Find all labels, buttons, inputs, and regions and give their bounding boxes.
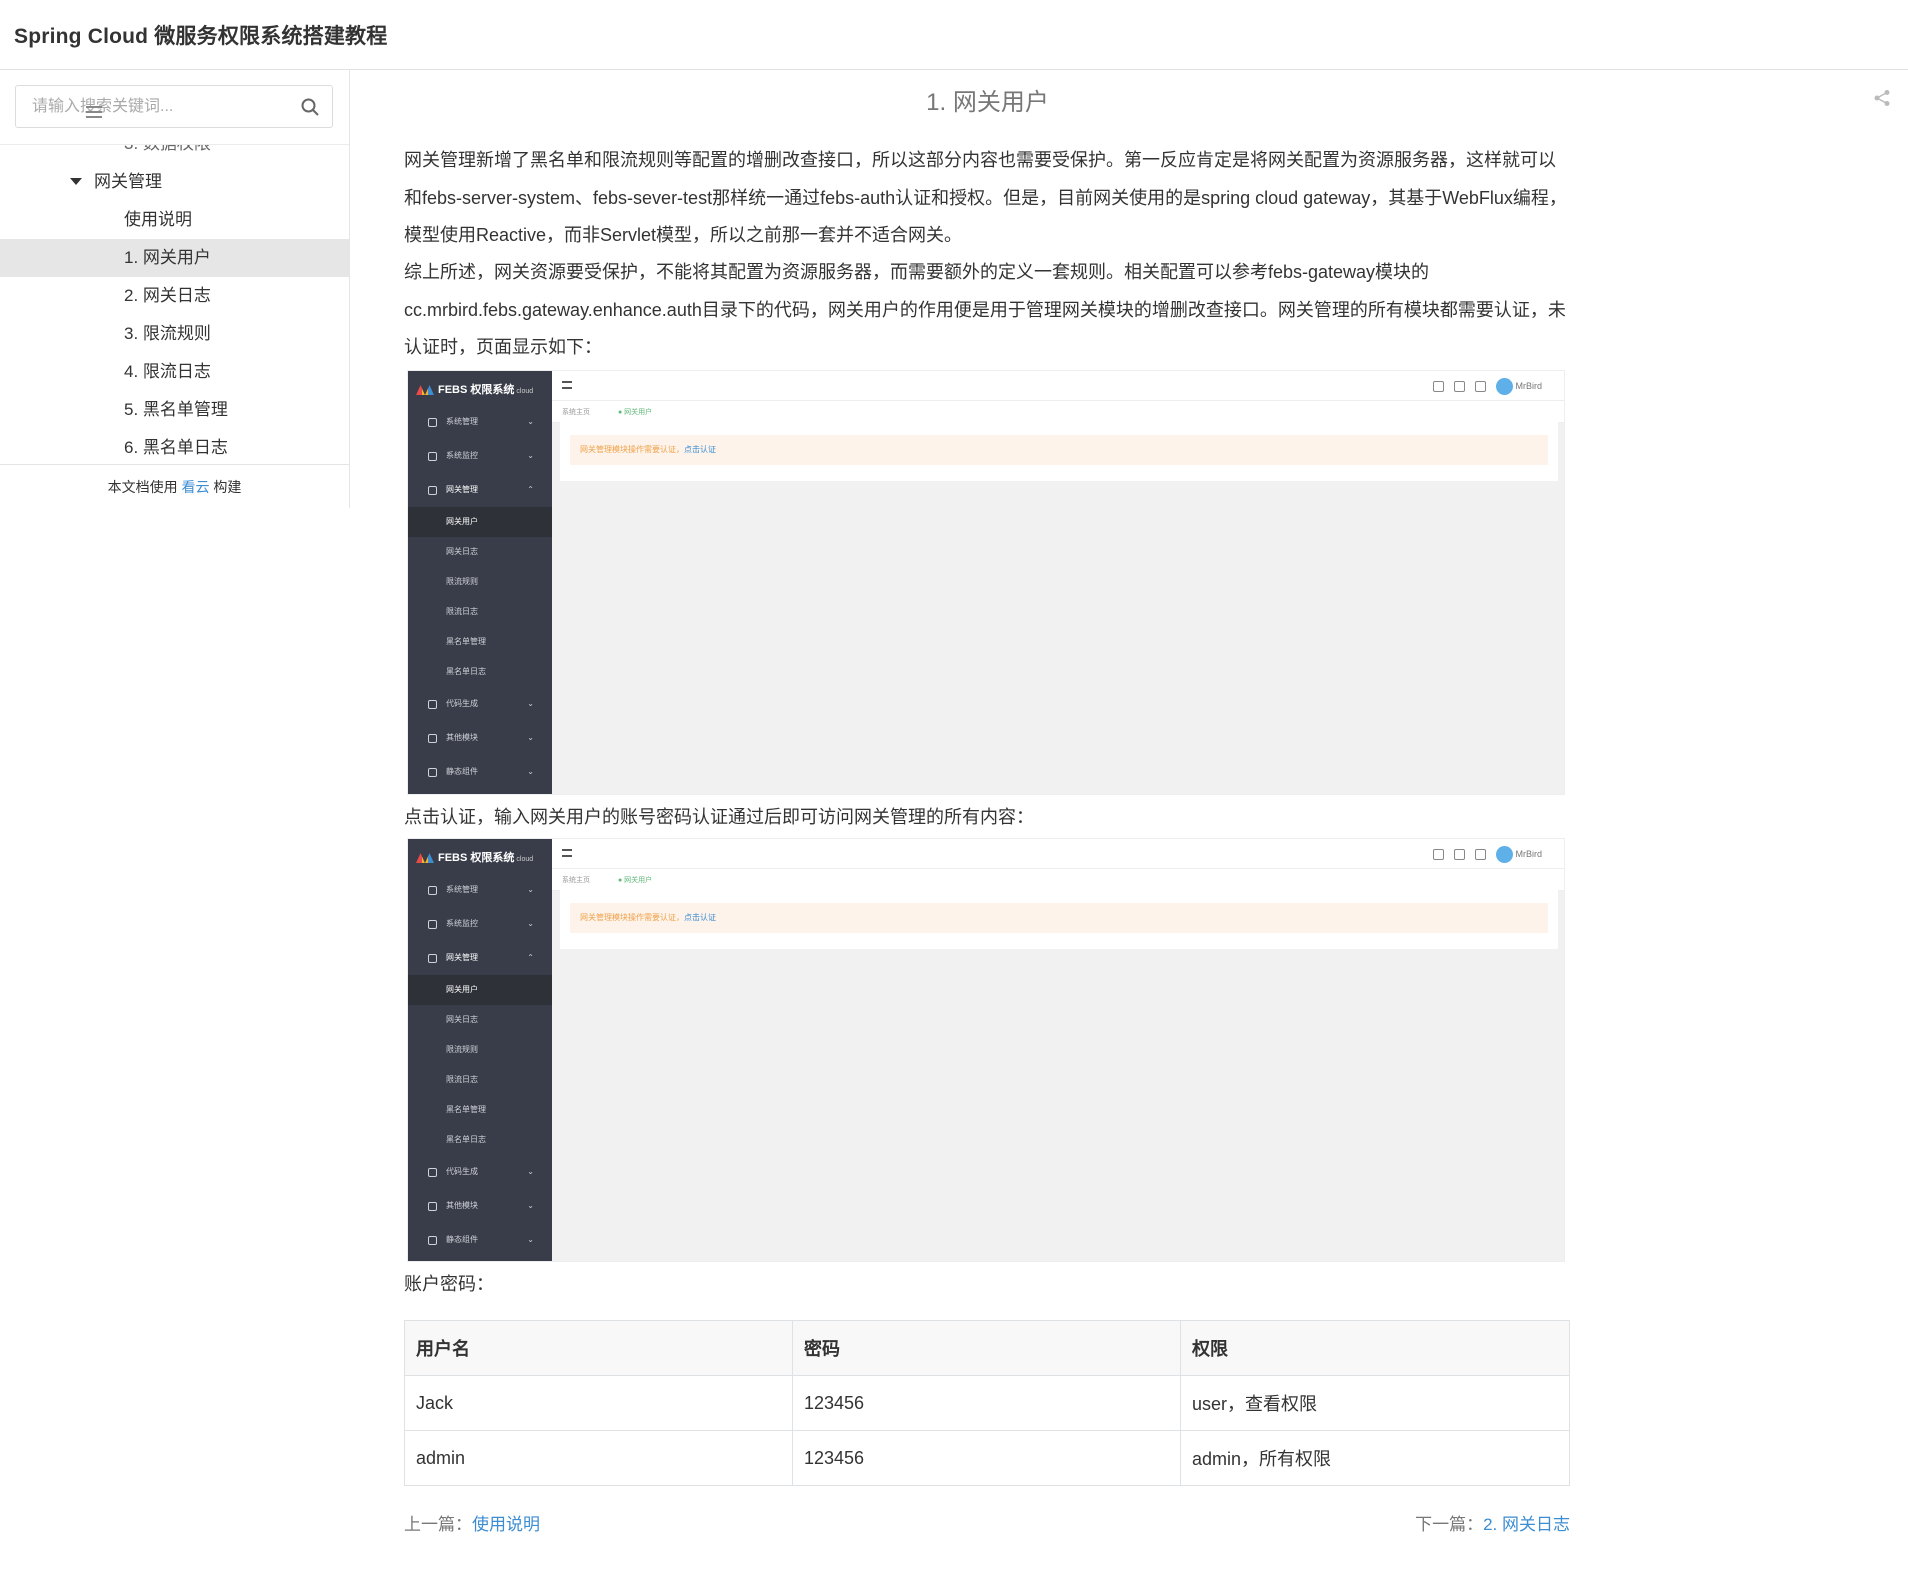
screenshot-sidebar: FEBS 权限系统 cloud 系统管理 ⌄ 系统监控 ⌄ 网关管理 ⌃ 网关用户 网关… <box>408 839 552 1261</box>
screenshot-nav-item: 静态组件 ⌄ <box>408 757 552 787</box>
screenshot-alert: 网关管理模块操作需要认证，点击认证 <box>570 435 1548 465</box>
prev-page-link[interactable]: 使用说明 <box>472 1515 540 1534</box>
footer-link[interactable]: 看云 <box>182 479 210 495</box>
screenshot-subnav-item: 限流日志 <box>446 607 478 616</box>
hamburger-icon <box>562 849 572 857</box>
footer-prefix: 本文档使用 <box>107 479 178 495</box>
screenshot-nav-item: 网关管理 ⌃ <box>408 943 552 973</box>
next-page-link[interactable]: 2. 网关日志 <box>1483 1515 1570 1534</box>
table-row: admin 123456 admin，所有权限 <box>404 1430 1570 1486</box>
screenshot-card: 网关管理模块操作需要认证，点击认证 <box>560 421 1558 481</box>
screenshot-card: 网关管理模块操作需要认证，点击认证 <box>560 889 1558 949</box>
screenshot-tabs: 系统主页 ● 网关用户 <box>552 869 1564 891</box>
search-box <box>15 85 333 128</box>
toc-item-gateway-management[interactable]: 网关管理 <box>0 163 349 201</box>
page-title: 1. 网关用户 <box>926 89 1049 116</box>
screenshot-toolbar: MrBird <box>1423 378 1542 395</box>
search-input[interactable] <box>32 96 282 118</box>
screenshot-topbar: MrBird <box>552 371 1564 401</box>
toc-item-rate-limit-log[interactable]: 4. 限流日志 <box>0 353 349 391</box>
screenshot-subnav-item: 限流规则 <box>446 577 478 586</box>
article-paragraph-3: 点击认证，输入网关用户的账号密码认证通过后即可访问网关管理的所有内容： <box>404 807 1034 827</box>
screenshot-unauthenticated: FEBS 权限系统 cloud 系统管理 ⌄ 系统监控 ⌄ 网关管理 ⌃ 网关用户 网关… <box>407 370 1565 795</box>
site-title[interactable]: Spring Cloud 微服务权限系统搭建教程 <box>14 20 387 50</box>
screenshot-nav-item: 系统管理 ⌄ <box>408 407 552 437</box>
screenshot-nav-item: 代码生成 ⌄ <box>408 689 552 719</box>
table-cell: 123456 <box>792 1430 1181 1486</box>
table-header-cell: 密码 <box>792 1320 1181 1376</box>
table-cell: admin，所有权限 <box>1180 1430 1570 1486</box>
footer-suffix: 构建 <box>213 479 242 495</box>
hamburger-icon <box>86 106 102 118</box>
screenshot-topbar: MrBird <box>552 839 1564 869</box>
caret-down-icon[interactable] <box>70 178 82 185</box>
screenshot-nav-item: 系统监控 ⌄ <box>408 909 552 939</box>
hamburger-icon <box>562 381 572 389</box>
screenshot-sidebar: FEBS 权限系统 cloud 系统管理 ⌄ 系统监控 ⌄ 网关管理 ⌃ 网关用户 网关… <box>408 371 552 794</box>
screenshot-authenticated: FEBS 权限系统 cloud 系统管理 ⌄ 系统监控 ⌄ 网关管理 ⌃ 网关用户 网关… <box>407 838 1565 1262</box>
screenshot-subnav-item: 网关日志 <box>446 1015 478 1024</box>
screenshot-subnav-item: 黑名单日志 <box>446 1135 486 1144</box>
screenshot-subnav-item: 黑名单管理 <box>446 1105 486 1114</box>
screenshot-subnav-item: 限流日志 <box>446 1075 478 1084</box>
share-icon[interactable] <box>1873 89 1891 107</box>
screenshot-toolbar: MrBird <box>1423 846 1542 863</box>
table-header-cell: 用户名 <box>404 1320 793 1376</box>
screenshot-nav-item: 静态组件 ⌄ <box>408 1225 552 1255</box>
table-row: Jack 123456 user，查看权限 <box>404 1375 1570 1431</box>
top-header: Spring Cloud 微服务权限系统搭建教程 <box>0 0 1908 70</box>
toc-item-rate-limit-rules[interactable]: 3. 限流规则 <box>0 315 349 353</box>
screenshot-subnav-item: 黑名单日志 <box>446 667 486 676</box>
article-paragraph-2: 综上所述，网关资源要受保护，不能将其配置为资源服务器，而需要额外的定义一套规则。… <box>404 262 1566 357</box>
next-page-nav: 下一篇：2. 网关日志 <box>1415 1510 1570 1535</box>
toc-tree: 3. 数据权限 网关管理 使用说明 1. 网关用户 2. 网关日志 3. 限流规… <box>0 144 349 462</box>
screenshot-alert: 网关管理模块操作需要认证，点击认证 <box>570 903 1548 933</box>
toc-item-usage[interactable]: 使用说明 <box>0 201 349 239</box>
toc-item-gateway-user[interactable]: 1. 网关用户 <box>0 239 349 277</box>
screenshot-subnav-item: 网关用户 <box>408 507 552 537</box>
table-header-cell: 权限 <box>1180 1320 1570 1376</box>
toc-item-blacklist-log[interactable]: 6. 黑名单日志 <box>0 429 349 462</box>
screenshot-subnav-item: 黑名单管理 <box>446 637 486 646</box>
screenshot-subnav-item: 网关用户 <box>408 975 552 1005</box>
screenshot-tabs: 系统主页 ● 网关用户 <box>552 401 1564 423</box>
table-cell: admin <box>404 1430 793 1486</box>
sidebar: 3. 数据权限 网关管理 使用说明 1. 网关用户 2. 网关日志 3. 限流规… <box>0 70 350 508</box>
screenshot-nav-item: 代码生成 ⌄ <box>408 1157 552 1187</box>
table-cell: 123456 <box>792 1375 1181 1431</box>
next-page-label: 下一篇： <box>1415 1515 1484 1534</box>
screenshot-subnav-item: 网关日志 <box>446 547 478 556</box>
screenshot-logo: FEBS 权限系统 cloud <box>416 381 533 397</box>
screenshot-nav-item: 系统监控 ⌄ <box>408 441 552 471</box>
toc-item-label: 网关管理 <box>94 172 162 191</box>
accounts-table: 用户名 密码 权限 Jack 123456 user，查看权限 admin 12… <box>404 1320 1570 1486</box>
article-paragraph-4: 账户密码： <box>404 1274 494 1294</box>
sidebar-footer: 本文档使用 看云 构建 <box>0 464 349 508</box>
toc-item-blacklist[interactable]: 5. 黑名单管理 <box>0 391 349 429</box>
screenshot-nav-item: 其他模块 ⌄ <box>408 1191 552 1221</box>
article-paragraph-1: 网关管理新增了黑名单和限流规则等配置的增删改查接口，所以这部分内容也需要受保护。… <box>404 150 1567 245</box>
table-cell: Jack <box>404 1375 793 1431</box>
prev-page-nav: 上一篇：使用说明 <box>404 1510 540 1535</box>
prev-page-label: 上一篇： <box>404 1515 472 1534</box>
screenshot-subnav-item: 限流规则 <box>446 1045 478 1054</box>
screenshot-nav-item: 系统管理 ⌄ <box>408 875 552 905</box>
menu-toggle-button[interactable] <box>76 94 112 130</box>
table-cell: user，查看权限 <box>1180 1375 1570 1431</box>
toc-item-gateway-log[interactable]: 2. 网关日志 <box>0 277 349 315</box>
search-icon[interactable] <box>300 97 320 117</box>
table-header-row: 用户名 密码 权限 <box>404 1320 1570 1376</box>
screenshot-nav-item: 网关管理 ⌃ <box>408 475 552 505</box>
screenshot-logo: FEBS 权限系统 cloud <box>416 849 533 865</box>
screenshot-nav-item: 其他模块 ⌄ <box>408 723 552 753</box>
toc-item-data-permission[interactable]: 3. 数据权限 <box>0 145 349 163</box>
